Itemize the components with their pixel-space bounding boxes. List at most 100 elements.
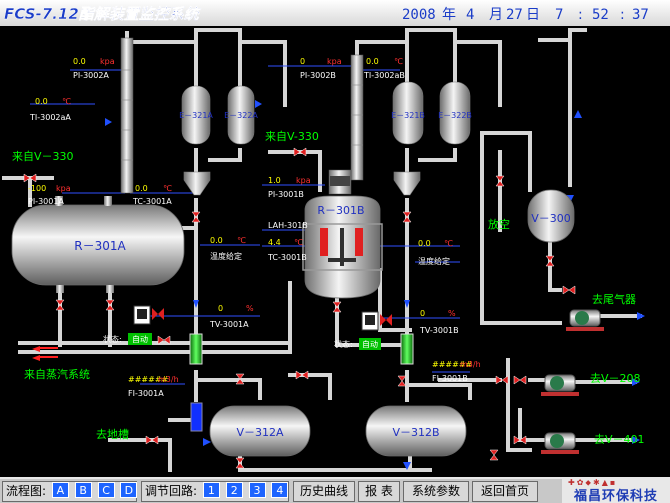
loop-button-1[interactable]: 1 <box>202 482 220 498</box>
home-button[interactable]: 返回首页 <box>472 481 538 502</box>
valve[interactable] <box>495 375 509 385</box>
pump-v208[interactable] <box>541 374 579 396</box>
ti3002ab-unit: ℃ <box>394 57 403 66</box>
pi3002a-unit: kpa <box>100 57 115 66</box>
valve[interactable] <box>332 301 342 313</box>
column-b <box>350 54 364 181</box>
ground-tank-trap <box>190 402 203 432</box>
tv3001b-value: 0 <box>420 309 425 318</box>
system-params-button[interactable]: 系统参数 <box>403 481 469 502</box>
e322a-label: E－322A <box>224 111 258 120</box>
reactor-r301a: R－301A <box>11 196 185 293</box>
tc3001a-unit: ℃ <box>163 184 172 193</box>
tc3001b-sp-label: 温度给定 <box>418 256 450 266</box>
flow-button-a[interactable]: A <box>51 482 69 498</box>
v300-label: V－300 <box>531 212 571 225</box>
e321a-label: E－321A <box>179 111 213 120</box>
status-b-label: 状态: <box>334 339 353 349</box>
tc3001b-tag: TC-3001B <box>267 253 307 262</box>
loop-button-2[interactable]: 2 <box>225 482 243 498</box>
pi3002b-unit: kpa <box>327 57 342 66</box>
loop-button-4[interactable]: 4 <box>271 482 289 498</box>
tv3001b-unit: % <box>448 309 456 318</box>
e321b-label: E－321B <box>391 111 425 120</box>
valve[interactable] <box>513 375 527 385</box>
loop-button-3[interactable]: 3 <box>248 482 266 498</box>
to-v208-label: 去V－208 <box>590 372 641 385</box>
valve[interactable] <box>562 285 576 295</box>
clock-day: 27 <box>506 7 523 23</box>
report-button[interactable]: 报 表 <box>358 481 400 502</box>
fi3001a-unit: m3/h <box>158 375 179 384</box>
clock-year-unit: 年 <box>442 7 456 23</box>
to-tail-gas-label: 去尾气器 <box>592 292 636 306</box>
valve[interactable] <box>545 255 555 267</box>
control-valve-tv3001b[interactable] <box>361 311 392 331</box>
e322b-label: E－322B <box>438 111 472 120</box>
valve[interactable] <box>145 435 159 445</box>
condenser-e321a: E－321A <box>179 85 213 145</box>
flow-button-c[interactable]: C <box>97 482 115 498</box>
pump-v401[interactable] <box>541 432 579 454</box>
vessel-v312a: V－312A <box>209 405 311 457</box>
control-loop-label: 调节回路: <box>145 484 198 498</box>
clock-second: 37 <box>632 7 649 23</box>
control-loop-group: 调节回路: 1 2 3 4 <box>141 481 289 502</box>
tv3001b-tag: TV-3001B <box>419 326 459 335</box>
valve[interactable] <box>191 211 201 223</box>
pi3002b-tag: PI-3002B <box>300 71 336 80</box>
v312b-label: V－312B <box>392 426 439 439</box>
clock-month-unit: 月 <box>489 7 503 23</box>
valve[interactable] <box>495 175 505 187</box>
to-ground-label: 去地槽 <box>96 428 129 441</box>
pump-tail-gas[interactable] <box>566 309 604 331</box>
control-valve-tv3001a[interactable] <box>133 305 164 325</box>
pi3001b-value: 1.0 <box>268 176 281 185</box>
valve[interactable] <box>489 449 499 461</box>
ti3002ab-value: 0.0 <box>366 57 379 66</box>
v312a-label: V－312A <box>236 426 284 439</box>
tc3001b-sp-unit: ℃ <box>444 239 453 248</box>
valve[interactable] <box>402 211 412 223</box>
app-title: FCS-7.12酯解装置监控系统 <box>4 5 202 23</box>
valve[interactable] <box>293 147 307 157</box>
valve[interactable] <box>295 370 309 380</box>
flow-chart-label: 流程图: <box>6 484 47 498</box>
valve[interactable] <box>55 299 65 311</box>
clock-hour: 7 <box>555 7 563 23</box>
status-a-label: 状态: <box>103 334 122 344</box>
reactor-r301b: R－301B <box>302 169 383 299</box>
fi3001b-unit: m3/h <box>460 360 481 369</box>
pi3001b-tag: PI-3001B <box>268 190 304 199</box>
clock-minute: 52 <box>592 7 609 23</box>
pi3001a-tag: PI-3001A <box>28 197 64 206</box>
tv3001a-value: 0 <box>218 304 223 313</box>
tc3001a-sp-label: 温度给定 <box>210 251 242 261</box>
vent-label: 放空 <box>488 217 510 231</box>
history-trend-button[interactable]: 历史曲线 <box>293 481 355 502</box>
sight-glass-a <box>189 333 203 365</box>
tc3001b-sp-value: 0.0 <box>418 239 431 248</box>
flow-button-b[interactable]: B <box>74 482 92 498</box>
tv3001a-tag: TV-3001A <box>209 320 249 329</box>
tc3001b-value: 4.4 <box>268 238 281 247</box>
flow-button-d[interactable]: D <box>120 482 138 498</box>
ti3002aa-unit: ℃ <box>62 97 71 106</box>
condenser-e322b: E－322B <box>438 81 472 145</box>
pi3002b-value: 0 <box>300 57 305 66</box>
tc3001b-unit: ℃ <box>294 238 303 247</box>
valve[interactable] <box>105 299 115 311</box>
decanter-b <box>393 171 421 196</box>
tc3001a-sp-unit: ℃ <box>237 236 246 245</box>
pi3002a-value: 0.0 <box>73 57 86 66</box>
valve[interactable] <box>235 457 245 469</box>
ti3002aa-tag: TI-3002aA <box>29 113 71 122</box>
tc3001a-tag: TC-3001A <box>132 197 172 206</box>
fi3001b-tag: FI-3001B <box>432 374 468 383</box>
pi3001b-unit: kpa <box>296 176 311 185</box>
clock-month: 4 <box>466 7 474 23</box>
r301a-label: R－301A <box>74 239 126 253</box>
from-v330-mid-label: 来自V-330 <box>265 130 319 143</box>
valve[interactable] <box>397 375 407 387</box>
vessel-v312b: V－312B <box>365 405 467 457</box>
